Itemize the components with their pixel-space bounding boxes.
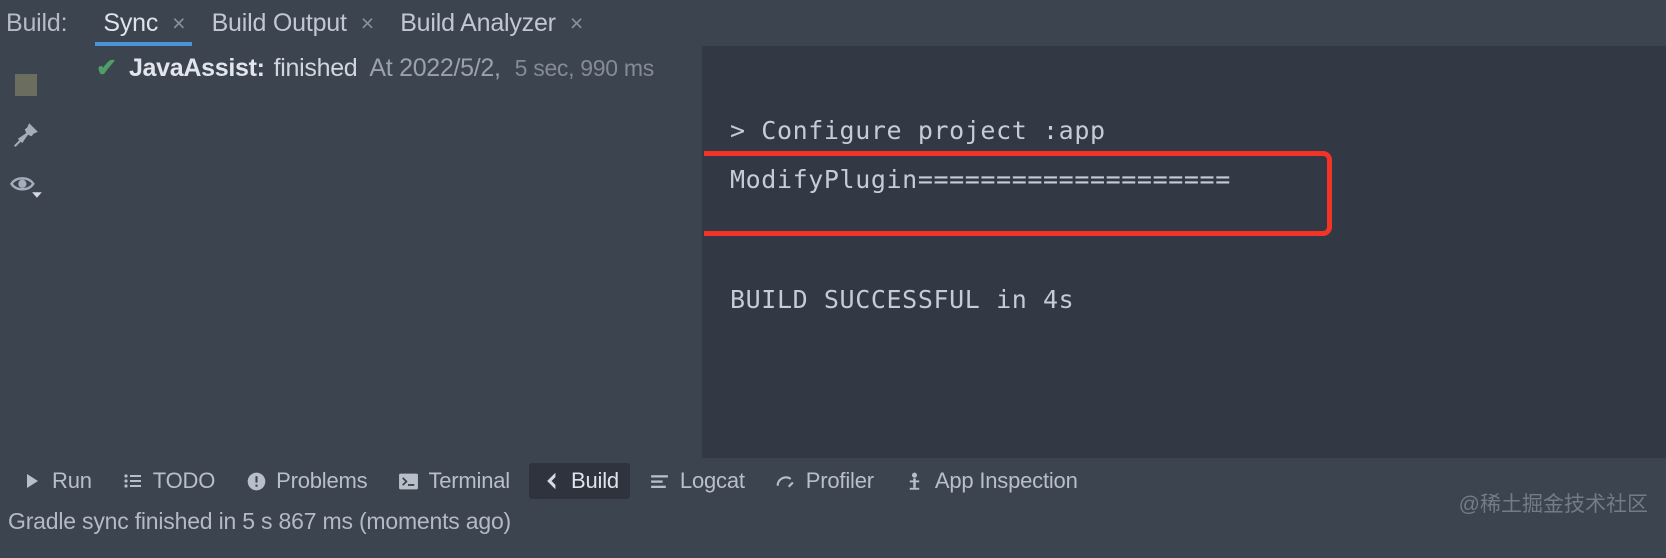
console-line-configure: > Configure project :app [730, 116, 1106, 145]
console-line-modify-plugin: ModifyPlugin==================== [730, 165, 1231, 194]
tool-button-app-inspection-label: App Inspection [934, 468, 1078, 493]
tab-sync-label: Sync [103, 8, 159, 37]
tool-button-run-label: Run [52, 468, 92, 493]
pin-icon [14, 123, 38, 147]
watermark-label: @稀土掘金技术社区 [1458, 493, 1648, 516]
tool-button-logcat[interactable]: Logcat [638, 463, 756, 499]
sync-result-row[interactable]: ✔ JavaAssist: finished At 2022/5/2, 5 se… [52, 46, 702, 83]
tool-button-todo[interactable]: TODO [111, 463, 226, 499]
success-check-icon: ✔ [96, 54, 117, 82]
close-icon[interactable]: × [172, 11, 185, 35]
profiler-gauge-icon [775, 470, 797, 492]
warning-circle-icon [245, 470, 267, 492]
play-icon [21, 470, 43, 492]
tool-window-bar: Run TODO Problems Terminal Build Logcat … [0, 458, 1666, 504]
build-gutter-toolbar [0, 46, 52, 458]
tool-button-terminal-label: Terminal [428, 468, 510, 493]
console-output-pane[interactable]: > Configure project :app ModifyPlugin===… [704, 46, 1666, 458]
console-line-build-successful: BUILD SUCCESSFUL in 4s [730, 285, 1075, 314]
build-tabbar: Build: Sync × Build Output × Build Analy… [0, 0, 1666, 46]
tab-build-analyzer-label: Build Analyzer [400, 8, 556, 37]
stop-button[interactable] [4, 60, 48, 110]
tool-button-problems[interactable]: Problems [234, 463, 378, 499]
sync-task-name: JavaAssist: [128, 54, 265, 82]
tool-button-profiler[interactable]: Profiler [764, 463, 885, 499]
tabbar-title: Build: [6, 8, 68, 37]
terminal-icon [397, 470, 419, 492]
tab-build-output[interactable]: Build Output × [198, 0, 387, 46]
tab-build-output-label: Build Output [211, 8, 347, 37]
pin-tab-button[interactable] [4, 110, 48, 160]
eye-icon [9, 177, 42, 198]
tool-button-logcat-label: Logcat [679, 468, 745, 493]
sync-duration: 5 sec, 990 ms [514, 55, 655, 81]
sync-task-state: finished [273, 54, 358, 82]
sync-tree-pane[interactable]: ✔ JavaAssist: finished At 2022/5/2, 5 se… [52, 46, 702, 458]
list-icon [122, 470, 144, 492]
close-icon[interactable]: × [570, 11, 583, 35]
tool-button-terminal[interactable]: Terminal [386, 463, 521, 499]
status-bar: Gradle sync finished in 5 s 867 ms (mome… [0, 493, 1666, 558]
show-settings-button[interactable] [4, 160, 48, 210]
tool-button-problems-label: Problems [276, 468, 368, 493]
tool-button-todo-label: TODO [152, 468, 216, 493]
tab-build-analyzer[interactable]: Build Analyzer × [386, 0, 595, 46]
logcat-lines-icon [649, 470, 671, 492]
sync-timestamp: At 2022/5/2, [369, 54, 501, 82]
tool-button-profiler-label: Profiler [805, 468, 874, 493]
app-inspection-icon [904, 470, 926, 492]
tool-button-run[interactable]: Run [10, 463, 103, 499]
hammer-icon [540, 470, 562, 492]
stop-square-icon [15, 74, 37, 96]
tab-sync[interactable]: Sync × [89, 0, 197, 46]
close-icon[interactable]: × [361, 11, 374, 35]
android-studio-build-panel: Build: Sync × Build Output × Build Analy… [0, 0, 1666, 558]
tool-button-app-inspection[interactable]: App Inspection [893, 463, 1089, 499]
tool-button-build[interactable]: Build [529, 463, 630, 499]
tool-button-build-label: Build [571, 468, 619, 493]
status-message: Gradle sync finished in 5 s 867 ms (mome… [8, 508, 512, 534]
